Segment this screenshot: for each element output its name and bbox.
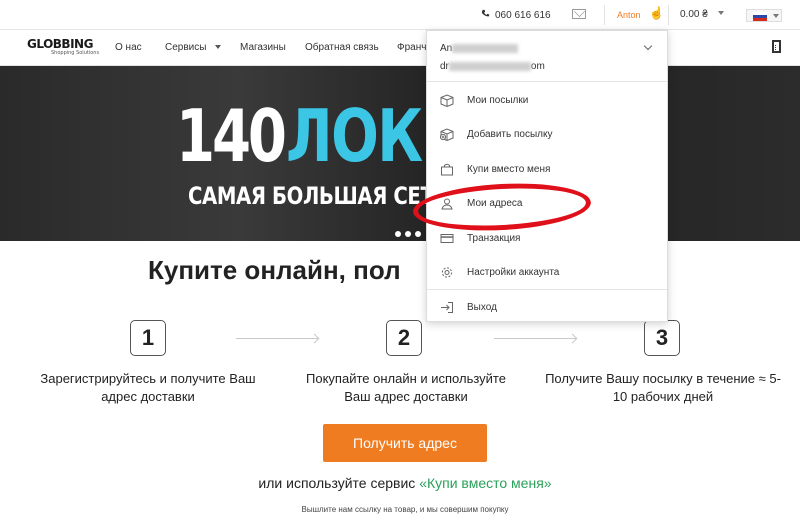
- main-nav: GLOBBING Shopping Solutions О нас Сервис…: [0, 30, 800, 66]
- phone-number[interactable]: 060 616 616: [481, 9, 551, 21]
- language-selector[interactable]: [746, 9, 782, 22]
- menu-label: Добавить посылку: [467, 129, 553, 140]
- nav-services-label: Сервисы: [165, 42, 207, 53]
- logo-tagline: Shopping Solutions: [51, 50, 100, 56]
- account-header[interactable]: An dr om: [427, 31, 667, 82]
- carousel-dot[interactable]: [405, 231, 411, 237]
- balance[interactable]: 0.00 ₴: [680, 9, 708, 20]
- alt-service-text: или используйте сервис «Купи вместо меня…: [0, 475, 800, 491]
- account-email: dr om: [440, 61, 545, 72]
- gear-icon: [441, 267, 453, 278]
- add-box-icon: [440, 128, 454, 141]
- divider: [604, 5, 605, 25]
- divider: [668, 5, 669, 25]
- alt-text: или используйте сервис: [258, 475, 420, 491]
- carousel-dot[interactable]: [415, 231, 421, 237]
- account-name: An: [440, 43, 519, 54]
- logo[interactable]: GLOBBING Shopping Solutions: [27, 37, 99, 56]
- mail-icon[interactable]: [572, 9, 586, 19]
- step-number-3: 3: [644, 320, 680, 356]
- hero-banner[interactable]: 140 ЛОКЕ САМАЯ БОЛЬШАЯ СЕТЬ Л: [0, 66, 800, 241]
- nav-services[interactable]: Сервисы: [165, 42, 222, 53]
- redacted-name: [452, 43, 519, 53]
- menu-add-parcel[interactable]: Добавить посылку: [427, 118, 667, 152]
- chevron-down-icon[interactable]: [718, 11, 724, 15]
- phone-icon: [481, 9, 490, 17]
- phone-text: 060 616 616: [495, 10, 551, 21]
- chevron-down-icon: [215, 45, 222, 50]
- user-dropdown-menu: An dr om Мои посылки Добавить посылку Куп…: [426, 30, 668, 322]
- menu-label: Мои посылки: [467, 95, 529, 106]
- step-number-1: 1: [130, 320, 166, 356]
- carousel-dot[interactable]: [395, 231, 401, 237]
- card-icon: [440, 234, 454, 243]
- menu-buy-for-me[interactable]: Купи вместо меня: [427, 153, 667, 187]
- footnote: Вышлите нам ссылку на товар, и мы соверш…: [301, 505, 509, 514]
- step-text-2: Покупайте онлайн и используйте Ваш адрес…: [306, 371, 506, 404]
- account-name-visible: An: [440, 43, 453, 54]
- chevron-down-icon[interactable]: [643, 41, 653, 51]
- menu-label: Купи вместо меня: [467, 164, 551, 175]
- menu-label: Настройки аккаунта: [467, 267, 560, 278]
- hero-number: 140: [176, 94, 287, 178]
- nav-shops[interactable]: Магазины: [240, 42, 286, 53]
- menu-logout[interactable]: Выход: [427, 291, 667, 325]
- logo-text: GLOBBING: [27, 37, 93, 51]
- shopping-bag-icon: [441, 163, 453, 176]
- user-menu-toggle[interactable]: Anton: [617, 10, 641, 20]
- carousel-dots[interactable]: [395, 224, 425, 241]
- account-email-prefix: dr: [440, 61, 449, 72]
- chevron-down-icon: [773, 14, 779, 18]
- nav-about[interactable]: О нас: [115, 42, 142, 53]
- top-bar: 060 616 616 Anton ☝ 0.00 ₴: [0, 0, 800, 30]
- step-number-2: 2: [386, 320, 422, 356]
- box-icon: [440, 94, 454, 107]
- step-text-1: Зарегистрируйтесь и получите Ваш адрес д…: [40, 371, 256, 404]
- get-address-button[interactable]: Получить адрес: [323, 424, 487, 462]
- calculator-icon[interactable]: [772, 40, 781, 53]
- buy-for-me-link[interactable]: «Купи вместо меня»: [419, 475, 551, 491]
- russia-flag-icon: [753, 12, 767, 21]
- redacted-email: [448, 61, 531, 71]
- divider: [427, 289, 667, 290]
- arrow-right-icon: [236, 338, 318, 339]
- arrow-right-icon: [494, 338, 576, 339]
- logout-icon: [441, 302, 453, 313]
- nav-feedback[interactable]: Обратная связь: [305, 42, 379, 53]
- menu-label: Выход: [467, 302, 497, 313]
- page-headline: Купите онлайн, пол: [148, 255, 401, 285]
- menu-label: Транзакция: [467, 233, 521, 244]
- hand-cursor-icon: ☝: [649, 6, 664, 20]
- nav-franchise[interactable]: Франч: [397, 42, 426, 53]
- menu-my-parcels[interactable]: Мои посылки: [427, 84, 667, 118]
- account-email-suffix: om: [530, 61, 545, 72]
- menu-account-settings[interactable]: Настройки аккаунта: [427, 256, 667, 290]
- step-text-3: Получите Вашу посылку в течение ≈ 5-10 р…: [545, 371, 781, 404]
